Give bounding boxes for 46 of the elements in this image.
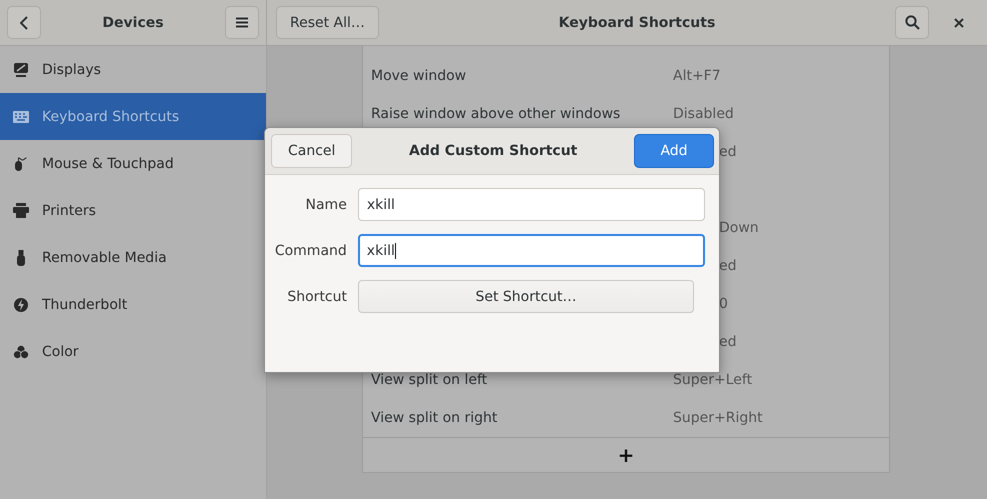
input-field[interactable]: xkill [358, 188, 705, 221]
menu-button[interactable] [225, 6, 259, 39]
chevron-left-icon [20, 16, 28, 30]
lightning-bolt-icon [13, 296, 29, 312]
shortcut-name: Raise window above other windows [371, 106, 620, 122]
shortcut-keys: Disabled [673, 106, 734, 122]
color-circles-icon [13, 344, 29, 360]
add-shortcut-button[interactable]: + [614, 445, 638, 465]
back-button[interactable] [7, 6, 41, 39]
field-label: Command [274, 242, 347, 258]
shortcut-keys: Super+Left [673, 372, 752, 388]
dialog-title: Add Custom Shortcut [408, 143, 578, 159]
cancel-button[interactable]: Cancel [271, 134, 352, 168]
sidebar-item[interactable]: Printers [0, 187, 266, 234]
set-shortcut-button[interactable]: Set Shortcut… [358, 280, 694, 313]
menu-icon [236, 17, 248, 28]
sidebar-item[interactable]: Mouse & Touchpad [0, 140, 266, 187]
shortcut-name: View split on left [371, 372, 488, 388]
mouse-icon [13, 156, 29, 172]
close-icon [954, 18, 964, 28]
shortcut-name: View split on right [371, 410, 498, 426]
shortcut-keys: ed [719, 258, 736, 274]
field-label: Shortcut [286, 288, 347, 304]
keyboard-icon [13, 110, 29, 122]
shortcut-name: Move window [371, 68, 466, 84]
shortcut-keys: ed [719, 144, 736, 160]
sidebar-item[interactable]: Thunderbolt [0, 281, 266, 328]
sidebar-item[interactable]: Color [0, 328, 266, 375]
sidebar-title: Devices [101, 14, 165, 30]
add-button[interactable]: Add [634, 134, 714, 168]
search-button[interactable] [895, 6, 929, 39]
display-icon [13, 62, 29, 78]
shortcut-keys: Down [719, 220, 759, 236]
input-field[interactable]: xkill [358, 234, 705, 267]
shortcut-keys: Super+Right [673, 410, 763, 426]
window-title: Keyboard Shortcuts [558, 14, 716, 30]
shortcut-keys: ed [719, 334, 736, 350]
search-icon [904, 15, 920, 30]
reset-all-button[interactable]: Reset All… [276, 6, 379, 39]
shortcut-keys: 0 [719, 296, 728, 312]
sidebar-item[interactable]: Removable Media [0, 234, 266, 281]
sidebar-item[interactable]: Keyboard Shortcuts [0, 93, 266, 140]
printer-icon [13, 203, 29, 218]
shortcut-keys: Alt+F7 [673, 68, 721, 84]
field-label: Name [304, 196, 347, 212]
sidebar-item[interactable]: Displays [0, 46, 266, 93]
